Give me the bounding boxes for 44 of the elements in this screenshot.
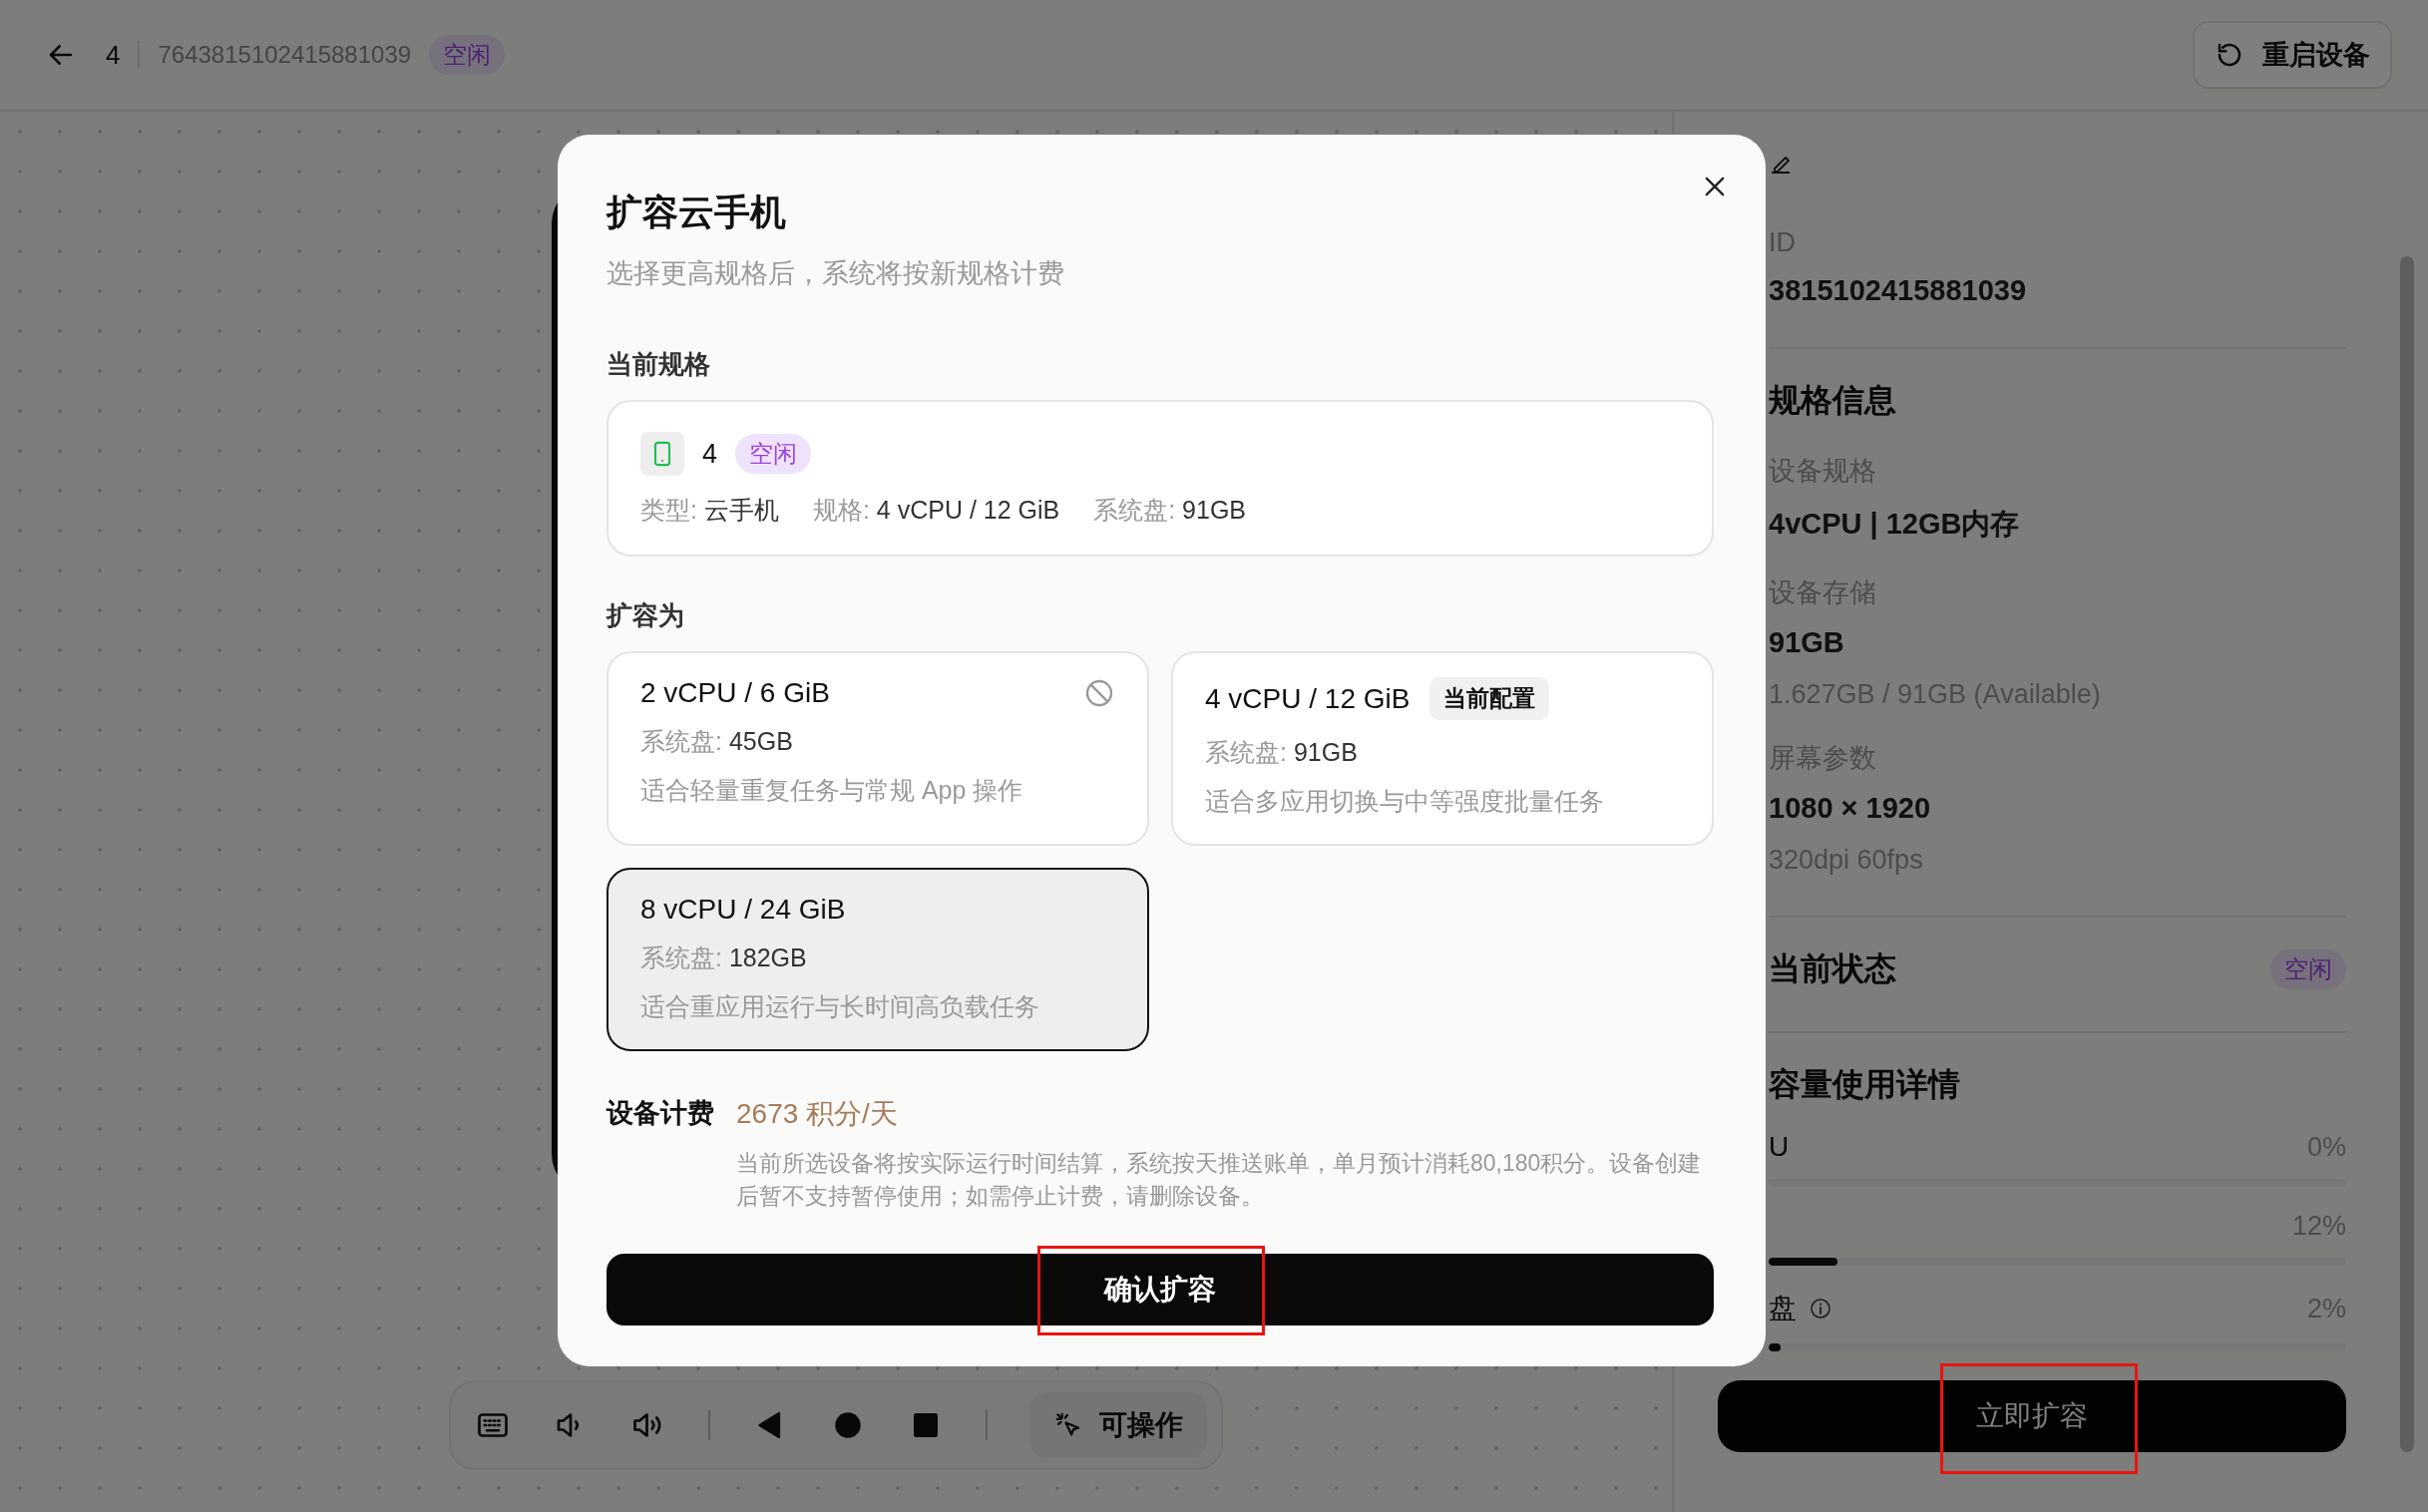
option-disk: 系统盘: 182GB [640, 943, 808, 973]
usage-label: U [1769, 1131, 1790, 1163]
status-badge: 空闲 [2270, 949, 2346, 989]
device-id: 7643815102415881039 [158, 41, 412, 69]
option-title: 2 vCPU / 6 GiB [640, 677, 830, 709]
option-disk: 系统盘: 91GB [1205, 737, 1359, 768]
spec-option-card[interactable]: 4 vCPU / 12 GiB 当前配置 系统盘: 91GB 适合多应用切换与中等强度批量任务 [1171, 651, 1714, 846]
spec-text: 规格: 4 vCPU / 12 GiB [812, 495, 1060, 526]
field-value: 4vCPU | 12GB内存 [1769, 507, 2021, 542]
status-badge: 空闲 [429, 35, 506, 75]
option-description: 适合多应用切换与中等强度批量任务 [1205, 786, 1605, 817]
mode-button[interactable]: 可操作 [1029, 1392, 1207, 1458]
spec-option-card[interactable]: 8 vCPU / 24 GiB 系统盘: 182GB 适合重应用运行与长时间高负载任务 [607, 868, 1149, 1051]
billing-label: 设备计费 [607, 1097, 714, 1130]
usage-label: 盘 [1769, 1292, 1797, 1325]
section-label: 扩容为 [607, 599, 685, 632]
dialog-subtitle: 选择更高规格后，系统将按新规格计费 [607, 257, 1065, 290]
section-title: 规格信息 [1769, 381, 1897, 420]
billing-note: 当前所选设备将按实际运行时间结算，系统按天推送账单，单月预计消耗80,180积分。设备创建后暂不支持暂停使用；如需停止计费，请删除设备。 [736, 1149, 1703, 1212]
section-title: 当前状态 [1769, 949, 1896, 988]
device-name: 4 [702, 438, 718, 470]
option-title: 8 vCPU / 24 GiB [640, 894, 846, 926]
dialog-title: 扩容云手机 [607, 190, 787, 234]
restart-button[interactable]: 重启设备 [2193, 21, 2392, 89]
spec-text: 系统盘: 91GB [1093, 495, 1247, 526]
spec-text: 类型: 云手机 [640, 495, 779, 526]
option-disk: 系统盘: 45GB [640, 726, 794, 757]
current-config-tag: 当前配置 [1429, 677, 1550, 720]
phone-icon [640, 432, 684, 476]
confirm-button[interactable]: 确认扩容 [607, 1253, 1714, 1325]
price-text: 2673 积分/天 [736, 1097, 899, 1131]
section-title: 容量使用详情 [1769, 1065, 1961, 1104]
option-title: 4 vCPU / 12 GiB [1205, 682, 1411, 715]
scrollbar[interactable] [2400, 256, 2414, 1452]
status-badge: 空闲 [735, 434, 812, 474]
option-description: 适合重应用运行与长时间高负载任务 [640, 991, 1040, 1022]
field-value: 91GB [1769, 626, 1845, 659]
field-value: 1080 × 1920 [1769, 792, 1932, 825]
device-name: 4 [106, 39, 121, 71]
expand-button[interactable]: 立即扩容 [1718, 1380, 2346, 1452]
device-id-value: 3815102415881039 [1769, 274, 2028, 307]
info-icon[interactable] [1809, 1297, 1832, 1321]
option-description: 适合轻量重复任务与常规 App 操作 [640, 775, 1024, 806]
section-label: 当前规格 [607, 348, 711, 381]
